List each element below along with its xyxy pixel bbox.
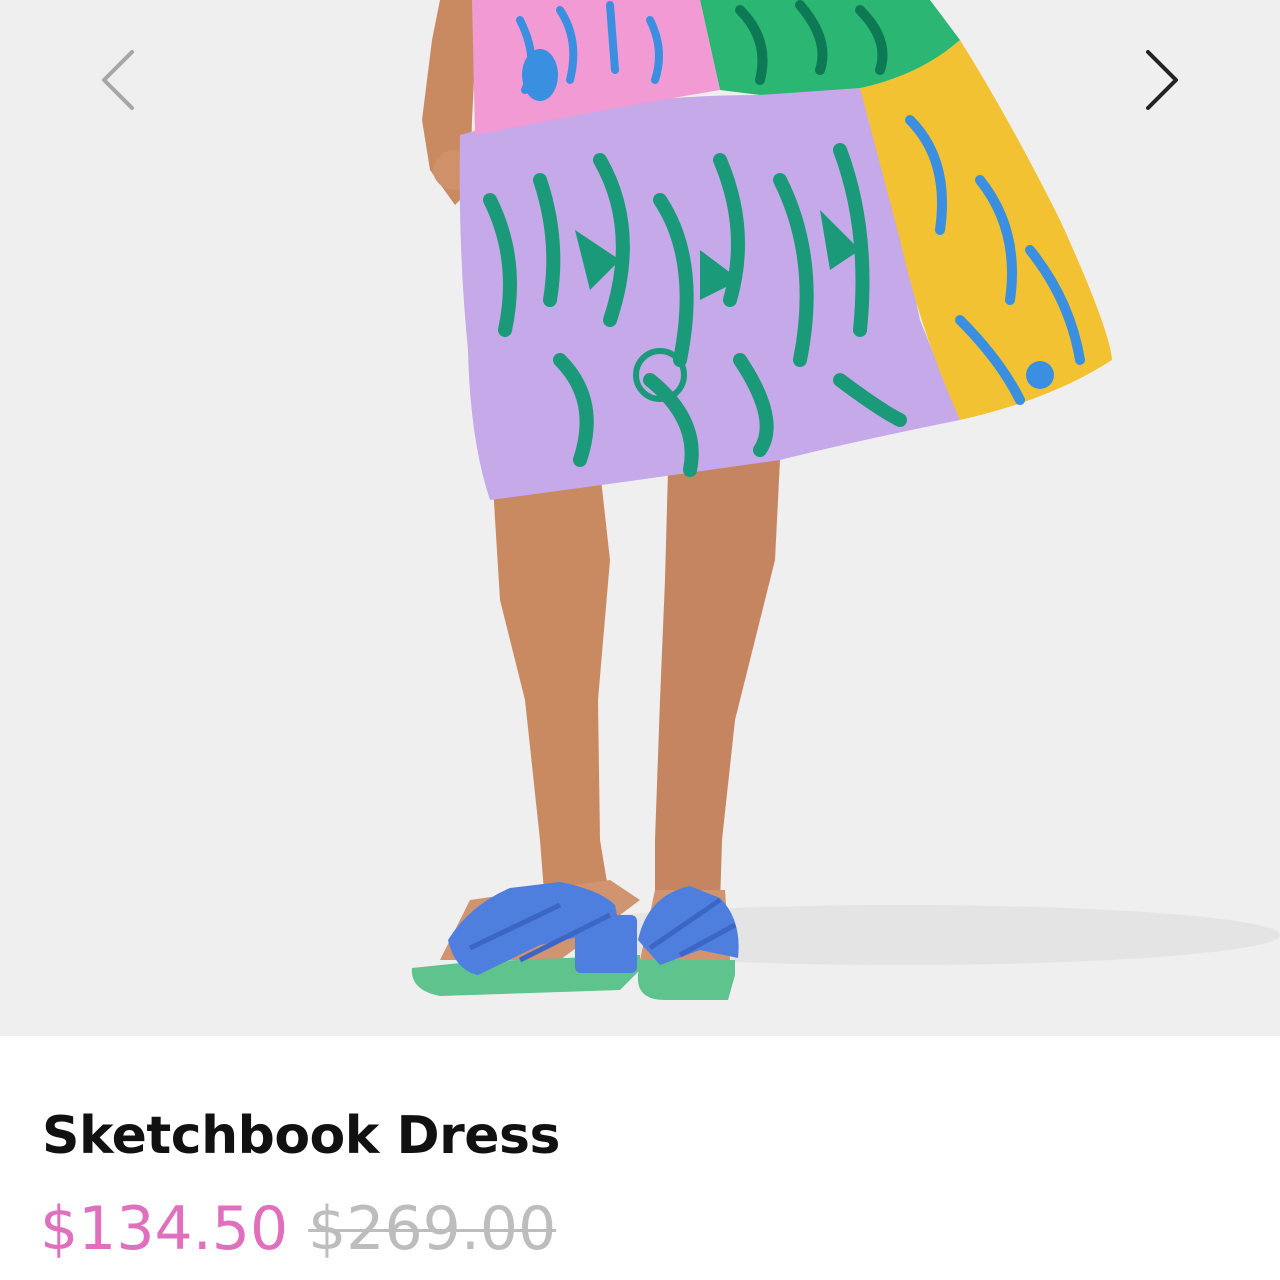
product-photo [411,0,1280,1000]
chevron-left-icon [102,50,134,110]
product-title: Sketchbook Dress [42,1106,560,1166]
original-price: $269.00 [308,1194,557,1264]
sale-price: $134.50 [40,1194,289,1264]
product-image-gallery[interactable] [0,0,1280,1036]
price-row: $134.50 $269.00 [40,1194,556,1264]
gallery-next-button[interactable] [1122,40,1202,120]
chevron-right-icon [1146,50,1178,110]
gallery-prev-button[interactable] [78,40,158,120]
